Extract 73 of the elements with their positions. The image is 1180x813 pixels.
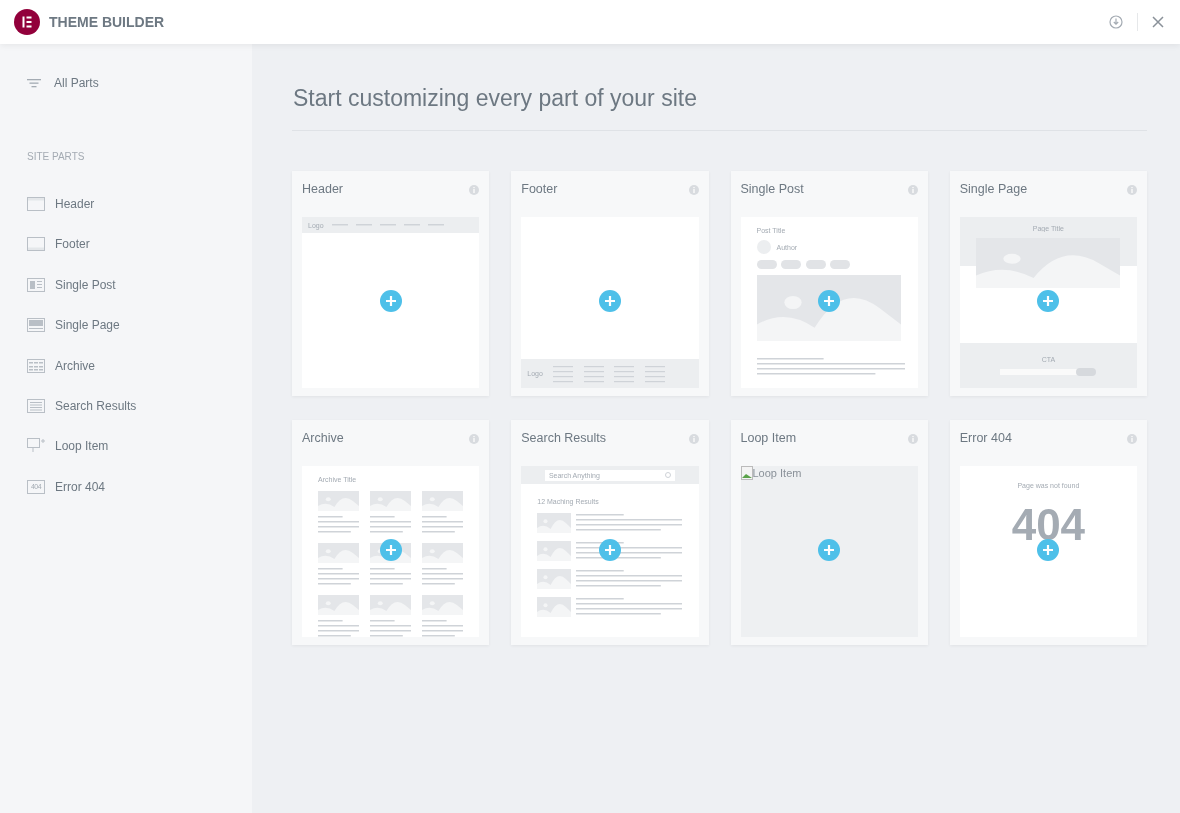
site-part-item[interactable]: Header [27, 194, 225, 214]
card-title: Loop Item [740, 430, 797, 448]
app-title: THEME BUILDER [49, 12, 165, 32]
card-title: Search Results [521, 430, 606, 448]
info-icon [688, 433, 699, 444]
template-icon [27, 398, 45, 413]
info-icon [469, 184, 480, 195]
section-heading: SITE PARTS [27, 150, 86, 164]
page-title: Start customizing every part of your site [292, 84, 698, 112]
logo-icon [14, 9, 40, 35]
template-icon [27, 197, 45, 211]
text-lines-drawing [369, 619, 411, 637]
site-part-item[interactable]: Footer [27, 234, 225, 255]
image-placeholder-drawing [318, 543, 359, 563]
image-placeholder-drawing [421, 543, 463, 563]
plus-icon [1042, 544, 1055, 556]
card-title: Single Post [740, 181, 804, 199]
download-button[interactable] [1109, 14, 1125, 30]
site-part-item[interactable]: Archive [27, 355, 225, 376]
template-icon [27, 277, 45, 292]
image-placeholder-drawing [369, 491, 411, 511]
card-title: Header [302, 181, 343, 199]
plus-icon [1042, 295, 1055, 307]
broken-image-icon [740, 466, 753, 480]
card-title: Single Page [959, 181, 1028, 199]
filter-icon [27, 78, 41, 88]
info-icon [688, 184, 699, 195]
text-lines-drawing [318, 567, 359, 587]
text-lines-drawing [369, 567, 411, 587]
info-icon [1127, 433, 1137, 444]
card-title: Footer [521, 181, 558, 199]
all-parts-item[interactable]: All Parts [27, 73, 225, 93]
info-icon [907, 433, 918, 444]
text-lines-drawing [318, 619, 359, 637]
plus-icon [384, 544, 397, 556]
image-placeholder-drawing [537, 541, 572, 561]
card-title: Error 404 [959, 430, 1012, 448]
plus-icon [823, 544, 836, 556]
loop-item-icon [27, 438, 45, 455]
info-icon [1127, 184, 1137, 195]
error-code-text: 404 [1011, 503, 1086, 547]
image-placeholder-drawing [369, 595, 411, 615]
text-lines-drawing [421, 515, 463, 535]
card-title: Archive [302, 430, 344, 448]
text-lines-drawing [318, 515, 359, 535]
plus-icon [384, 295, 397, 307]
template-card[interactable]: Loop Item Loop Item [730, 420, 928, 645]
image-placeholder-drawing [537, 513, 572, 533]
template-icon [27, 358, 45, 373]
download-icon [1109, 15, 1123, 29]
plus-icon [603, 295, 616, 307]
plus-icon [603, 544, 616, 556]
plus-icon [823, 295, 836, 307]
image-placeholder-drawing [318, 491, 359, 511]
text-lines-drawing [369, 515, 411, 535]
image-placeholder-drawing [537, 597, 572, 617]
template-icon [27, 237, 45, 252]
text-lines-drawing [421, 619, 463, 637]
template-icon [27, 318, 45, 333]
close-button[interactable] [1150, 14, 1166, 30]
info-icon [907, 184, 918, 195]
close-icon [1152, 16, 1164, 28]
image-placeholder-drawing [318, 595, 359, 615]
info-icon [469, 433, 480, 444]
site-part-item[interactable]: Single Page [27, 315, 225, 336]
site-part-item[interactable]: Search Results [27, 395, 225, 416]
site-part-item[interactable]: Loop Item [27, 436, 225, 457]
site-part-item[interactable]: Single Post [27, 274, 225, 295]
image-placeholder-drawing [421, 595, 463, 615]
image-alt-text: Loop Item [752, 467, 802, 479]
text-lines-drawing [421, 567, 463, 587]
image-placeholder-drawing [421, 491, 463, 511]
image-placeholder-drawing [537, 569, 572, 589]
